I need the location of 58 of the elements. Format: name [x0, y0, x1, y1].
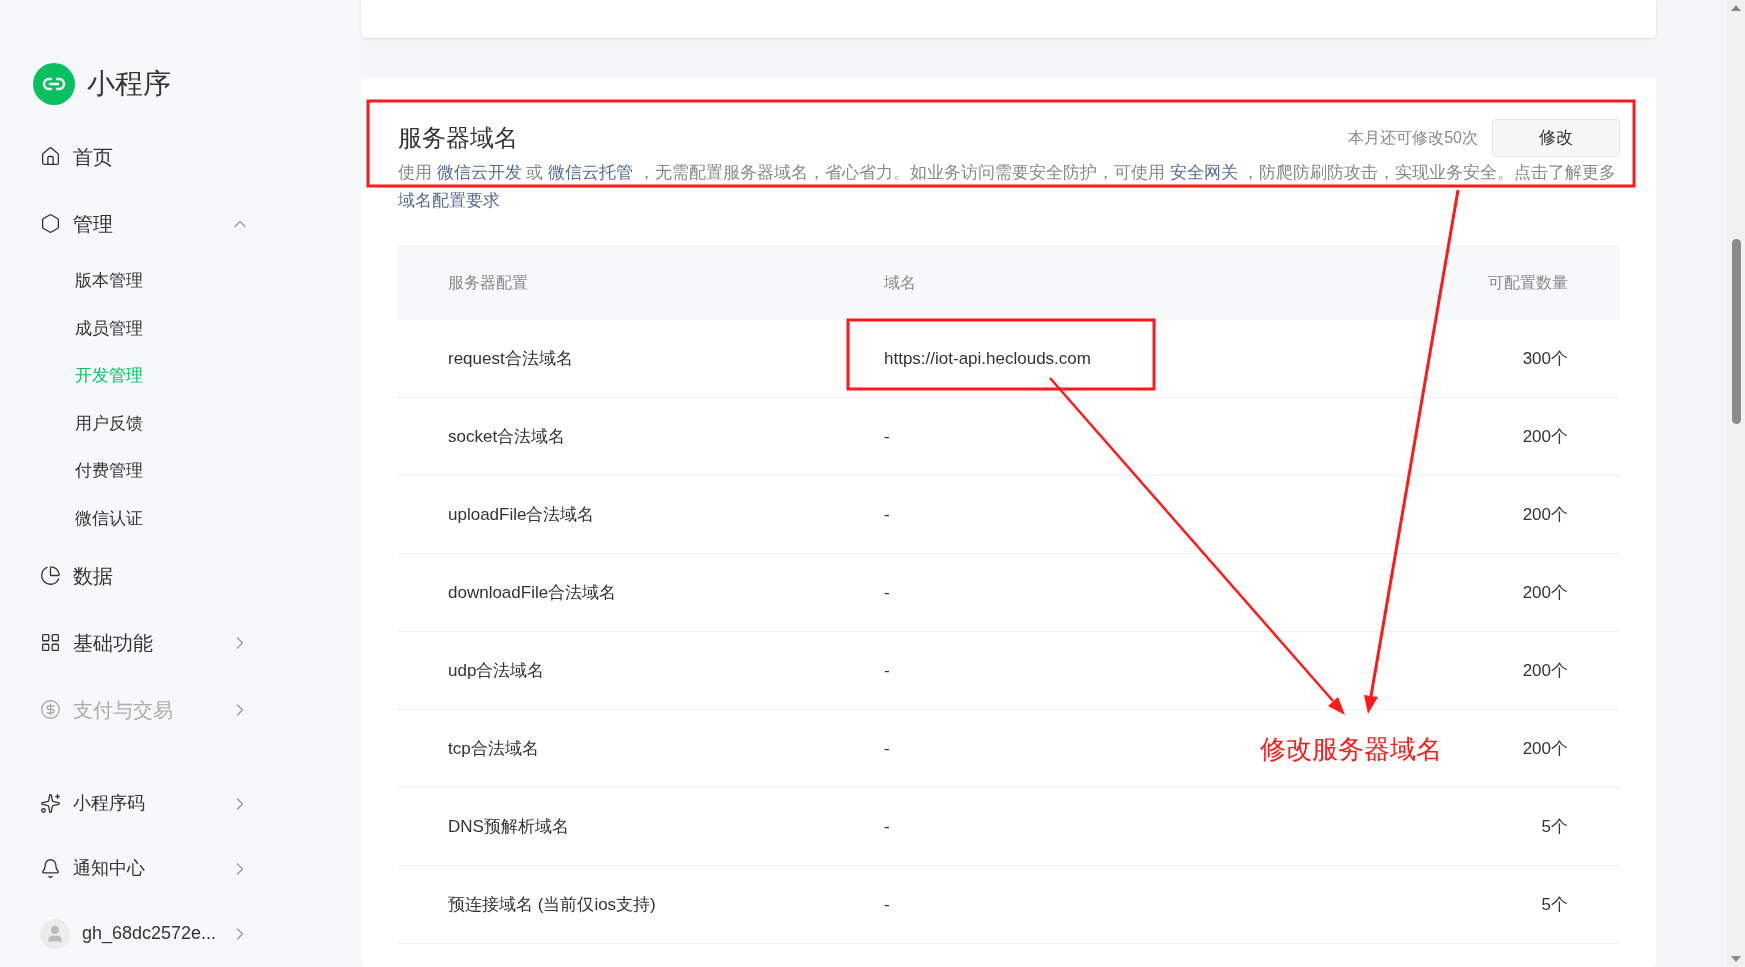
table-cell-text: downloadFile合法域名: [448, 581, 618, 604]
table-cell-text: -: [884, 737, 890, 760]
table-cell-text: 预连接域名 (当前仅ios支持): [448, 893, 657, 916]
link[interactable]: 域名配置要求: [398, 191, 500, 210]
table-cell-text: socket合法域名: [448, 425, 567, 448]
submenu-item[interactable]: 成员管理: [40, 304, 250, 352]
submenu-item[interactable]: 付费管理: [40, 447, 250, 495]
table-cell-text: 200个: [1522, 503, 1568, 526]
table-cell-text: -: [884, 815, 890, 838]
menu-item[interactable]: 基础功能: [40, 609, 250, 676]
table-cell-text: -: [884, 581, 890, 604]
sparkle-icon: [40, 793, 61, 814]
grid-icon: [40, 632, 61, 653]
menu-item[interactable]: 管理: [40, 190, 250, 257]
edit-button[interactable]: 修改: [1492, 119, 1620, 157]
pie-chart-icon: [40, 565, 61, 586]
table-cell-text: tcp合法域名: [448, 737, 540, 760]
table-cell-text: udp合法域名: [448, 659, 546, 682]
bell-icon: [40, 858, 61, 879]
table-cell-text: 5个: [1541, 893, 1568, 916]
table-cell-text: -: [884, 659, 890, 682]
column-header: 服务器配置: [448, 272, 529, 293]
submenu-item[interactable]: 用户反馈: [40, 399, 250, 447]
menu-item[interactable]: gh_68dc2572e...: [40, 901, 250, 966]
description: 使用 微信云开发 或 微信云托管 ，无需配置服务器域名，省心省力。如业务访问需要安全防护，可使用 安全网关 ，防爬防刷防攻击，实现业务安全。点击了解更多 域名配置要求: [398, 162, 1618, 212]
scrollbar[interactable]: [1727, 0, 1745, 967]
submenu-item[interactable]: 微信认证: [40, 494, 250, 542]
column-header: 域名: [884, 272, 917, 293]
hexagon-icon: [40, 213, 61, 234]
section-title: 服务器域名: [398, 123, 518, 153]
menu-item[interactable]: 首页: [40, 123, 250, 190]
home-icon: [40, 146, 61, 167]
app-title: 小程序: [87, 67, 171, 101]
table-cell-text: https://iot-api.heclouds.com: [884, 347, 1091, 370]
table-cell-text: 200个: [1522, 737, 1568, 760]
table-cell-text: 200个: [1522, 425, 1568, 448]
table-cell-text: 5个: [1541, 815, 1568, 838]
menu-item[interactable]: 通知中心: [40, 836, 250, 901]
logo-icon: [33, 63, 75, 105]
table-cell-text: DNS预解析域名: [448, 815, 570, 838]
quota-note: 本月还可修改50次: [1348, 128, 1478, 148]
menu-item[interactable]: 数据: [40, 542, 250, 609]
table-cell-text: -: [884, 893, 890, 916]
link[interactable]: 微信云托管: [548, 163, 634, 182]
table-cell-text: 200个: [1522, 581, 1568, 604]
avatar-icon: [40, 918, 70, 949]
link[interactable]: 安全网关: [1169, 163, 1238, 182]
table-cell-text: -: [884, 503, 890, 526]
table-cell-text: -: [884, 425, 890, 448]
table-cell-text: 200个: [1522, 659, 1568, 682]
link[interactable]: 微信云开发: [436, 163, 522, 182]
table-cell-text: uploadFile合法域名: [448, 503, 596, 526]
table-cell-text: 300个: [1522, 347, 1568, 370]
menu-item[interactable]: 小程序码: [40, 771, 250, 836]
annotation-label: 修改服务器域名: [1260, 733, 1442, 766]
table-cell-text: request合法域名: [448, 347, 574, 370]
submenu-item[interactable]: 版本管理: [40, 257, 250, 305]
column-header: 可配置数量: [1488, 272, 1568, 293]
